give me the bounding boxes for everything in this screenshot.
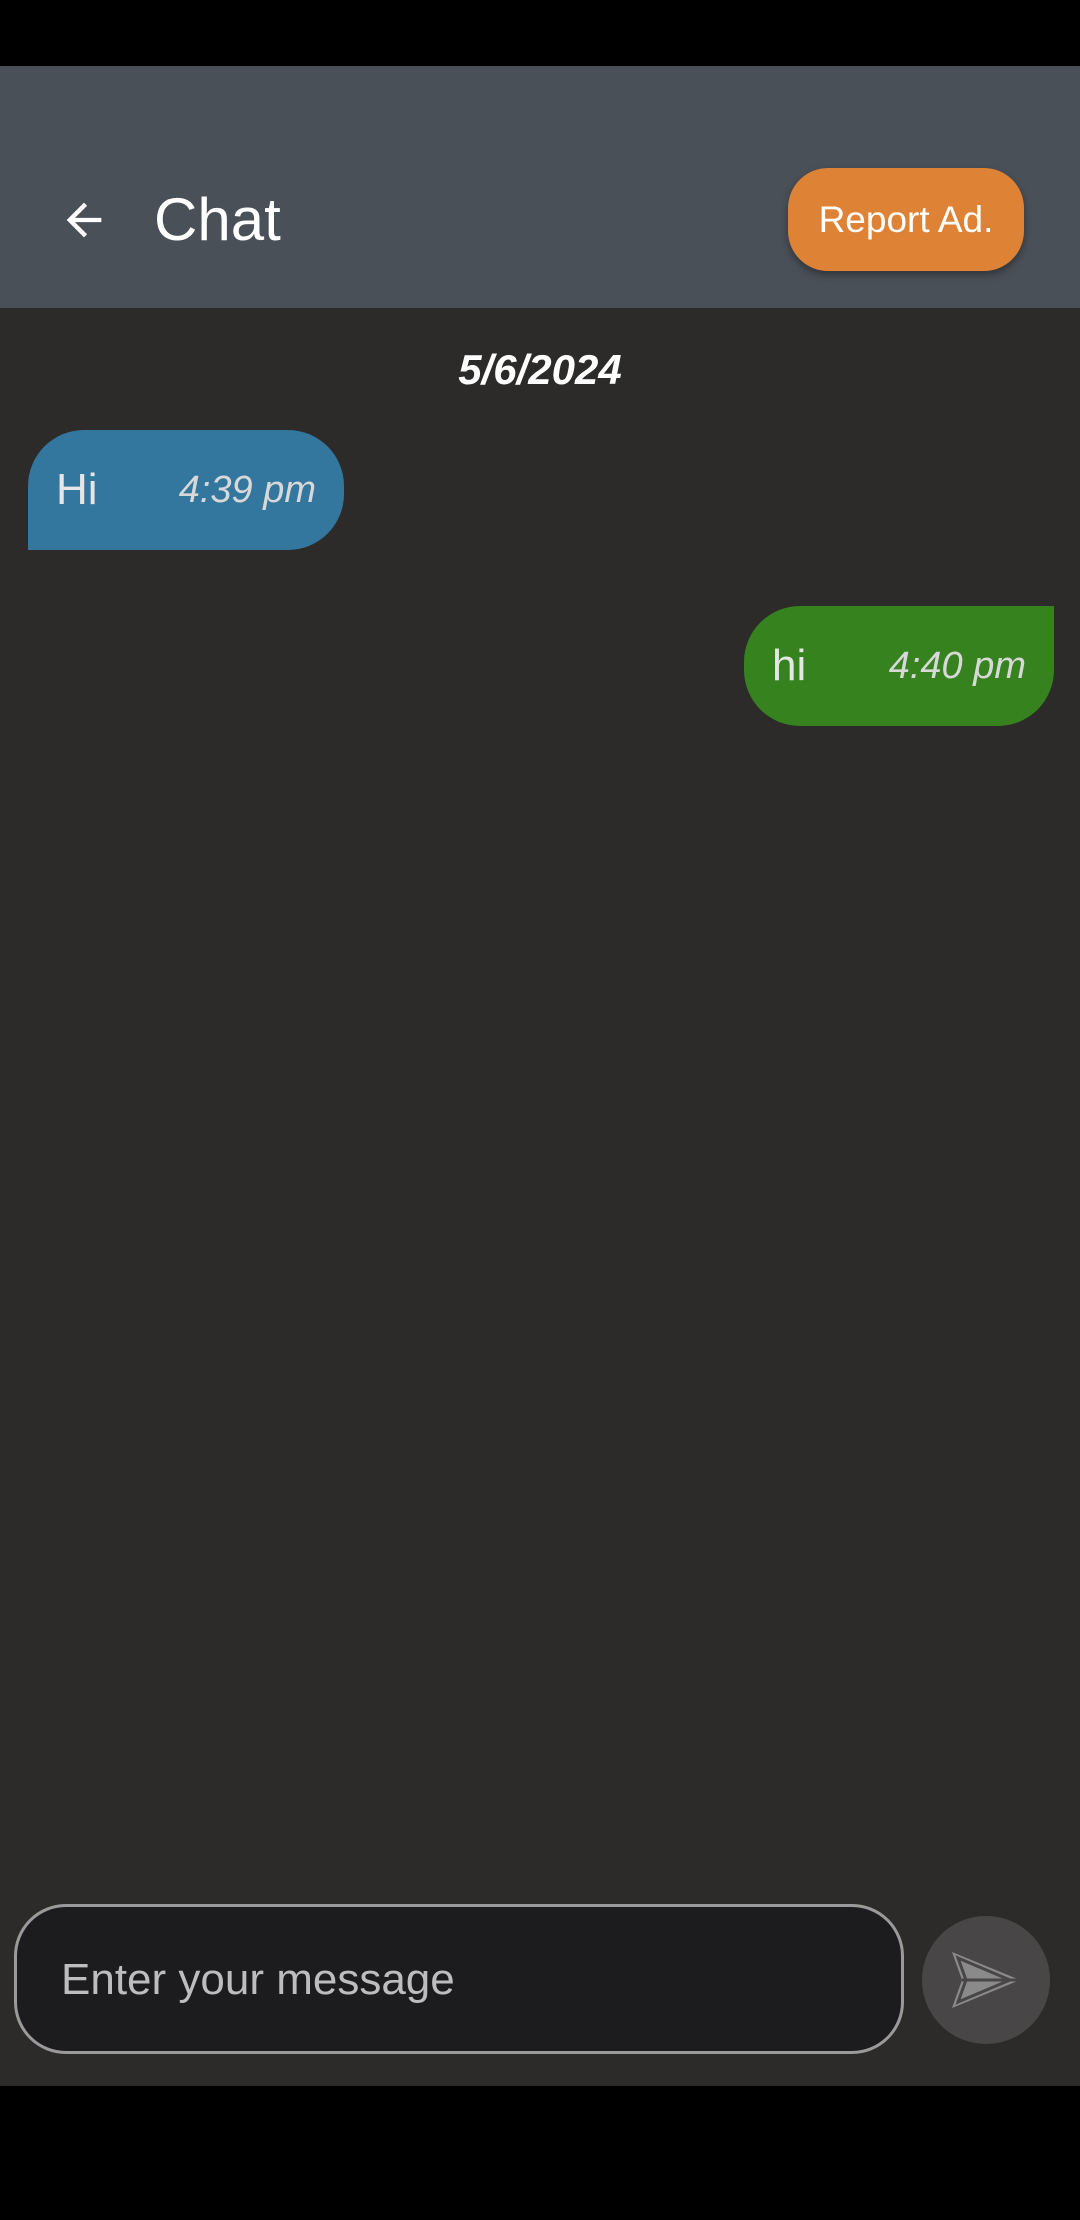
message-time: 4:40 pm [888, 644, 1026, 687]
send-icon [952, 1952, 1020, 2008]
message-text: hi [772, 641, 807, 690]
date-separator: 5/6/2024 [458, 346, 622, 393]
message-text: Hi [56, 465, 98, 514]
chat-area[interactable] [0, 308, 1080, 2086]
back-button[interactable] [44, 174, 124, 266]
message-composer [14, 1904, 904, 2054]
report-ad-button[interactable]: Report Ad. [788, 168, 1024, 271]
message-input[interactable] [59, 1907, 863, 2053]
send-button[interactable] [922, 1916, 1050, 2044]
navigation-bar [0, 2086, 1080, 2220]
message-bubble-incoming[interactable]: Hi 4:39 pm [28, 430, 344, 550]
status-bar [0, 0, 1080, 66]
page-title: Chat [154, 186, 281, 253]
arrow-left-icon [66, 202, 102, 238]
message-bubble-outgoing[interactable]: hi 4:40 pm [744, 606, 1054, 726]
message-time: 4:39 pm [178, 468, 316, 511]
